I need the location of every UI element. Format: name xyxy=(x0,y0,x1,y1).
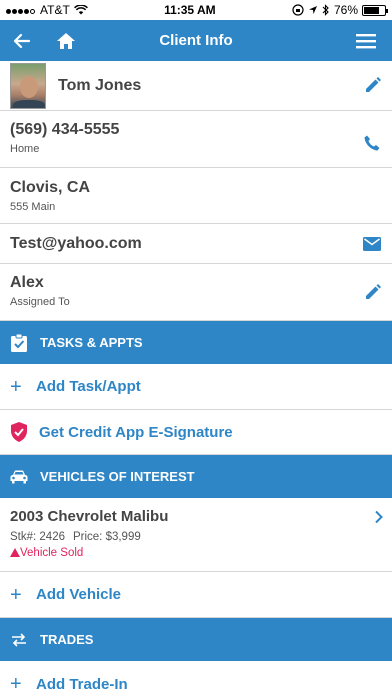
add-trade-label: Add Trade-In xyxy=(36,675,128,693)
vehicle-status: Vehicle Sold xyxy=(10,547,382,559)
edit-assignee-button[interactable] xyxy=(360,280,384,304)
home-icon xyxy=(57,32,75,49)
hamburger-menu-icon xyxy=(356,33,376,48)
add-task-button[interactable]: + Add Task/Appt xyxy=(0,364,392,410)
pencil-icon xyxy=(365,283,381,299)
credit-app-label: Get Credit App E-Signature xyxy=(39,423,233,441)
vehicle-status-text: Vehicle Sold xyxy=(20,547,84,559)
assigned-row[interactable]: Alex Assigned To xyxy=(0,264,392,321)
phone-row[interactable]: (569) 434-5555 Home xyxy=(0,111,392,168)
plus-icon: + xyxy=(10,375,22,398)
call-button[interactable] xyxy=(360,131,384,155)
shield-check-icon xyxy=(11,422,27,442)
email-button[interactable] xyxy=(360,232,384,256)
back-arrow-icon xyxy=(13,33,31,48)
car-icon xyxy=(10,468,28,486)
wifi-icon xyxy=(73,5,88,15)
pencil-icon xyxy=(365,77,381,92)
status-bar: AT&T 11:35 AM 76% xyxy=(0,0,392,20)
chevron-right-icon xyxy=(375,510,383,524)
email-row[interactable]: Test@yahoo.com xyxy=(0,224,392,264)
back-button[interactable] xyxy=(0,20,44,61)
vehicle-list-item[interactable]: 2003 Chevrolet Malibu Stk#: 2426 Price: $… xyxy=(0,498,392,572)
phone-icon xyxy=(364,135,380,151)
add-trade-button[interactable]: + Add Trade-In xyxy=(0,661,392,696)
nav-bar: Client Info xyxy=(0,20,392,61)
warning-icon xyxy=(10,548,20,557)
edit-client-button[interactable] xyxy=(360,74,384,98)
battery-icon xyxy=(362,4,388,16)
trades-section-title: TRADES xyxy=(40,632,94,647)
tasks-section-title: TASKS & APPTS xyxy=(40,335,143,350)
add-vehicle-button[interactable]: + Add Vehicle xyxy=(0,572,392,618)
home-button[interactable] xyxy=(44,20,88,61)
mail-icon xyxy=(363,236,381,251)
client-street: 555 Main xyxy=(10,201,56,213)
trades-section-header: TRADES xyxy=(0,618,392,661)
clock: 11:35 AM xyxy=(164,3,216,17)
client-email: Test@yahoo.com xyxy=(10,234,142,252)
credit-app-button[interactable]: Get Credit App E-Signature xyxy=(0,410,392,455)
bluetooth-icon xyxy=(322,4,329,16)
add-task-label: Add Task/Appt xyxy=(36,378,141,395)
swap-arrows-icon xyxy=(10,631,28,649)
clipboard-check-icon xyxy=(10,333,28,352)
phone-number: (569) 434-5555 xyxy=(10,121,120,138)
rotation-lock-icon xyxy=(292,4,304,16)
phone-type: Home xyxy=(10,143,40,155)
tasks-section-header: TASKS & APPTS xyxy=(0,321,392,364)
plus-icon: + xyxy=(10,673,22,695)
vehicle-name: 2003 Chevrolet Malibu xyxy=(10,508,169,525)
vehicle-price: Price: $3,999 xyxy=(72,531,141,543)
assignee-label: Assigned To xyxy=(10,296,70,308)
assignee-name: Alex xyxy=(10,274,44,291)
client-photo xyxy=(10,62,46,109)
plus-icon: + xyxy=(10,583,22,606)
address-row: Clovis, CA 555 Main xyxy=(0,168,392,224)
location-icon xyxy=(308,6,317,14)
battery-percent: 76% xyxy=(333,3,358,17)
client-name: Tom Jones xyxy=(58,76,142,94)
menu-button[interactable] xyxy=(340,20,392,61)
vehicle-stock: Stk#: 2426 xyxy=(10,531,65,543)
carrier-label: AT&T xyxy=(40,3,70,17)
client-city: Clovis, CA xyxy=(10,179,91,196)
client-name-row[interactable]: Tom Jones xyxy=(0,61,392,111)
vehicles-section-header: VEHICLES OF INTEREST xyxy=(0,455,392,498)
signal-icon xyxy=(6,3,36,17)
vehicles-section-title: VEHICLES OF INTEREST xyxy=(40,469,195,484)
add-vehicle-label: Add Vehicle xyxy=(36,586,122,603)
